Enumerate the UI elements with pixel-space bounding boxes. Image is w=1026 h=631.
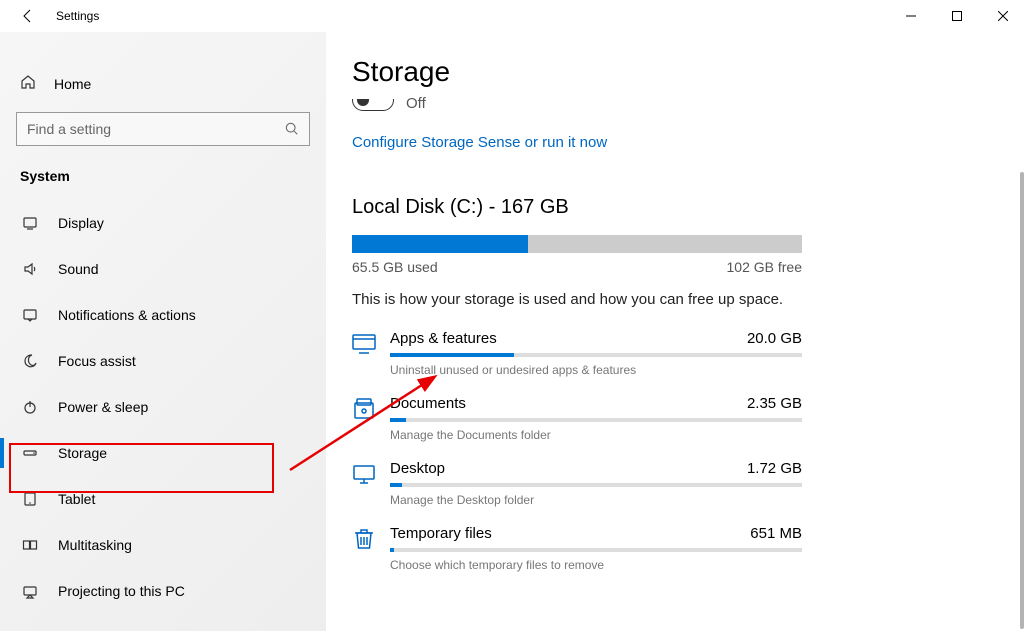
window-controls [888,0,1026,32]
category-name: Documents [390,395,466,412]
configure-storage-sense-link[interactable]: Configure Storage Sense or run it now [352,134,607,151]
moon-icon [20,351,40,371]
back-button[interactable] [18,0,38,32]
sidebar-item-label: Display [58,215,104,231]
sidebar-item-label: Tablet [58,491,95,507]
storage-sense-state: Off [406,95,426,112]
sidebar-item-multitasking[interactable]: Multitasking [0,522,326,568]
sidebar-item-label: Sound [58,261,98,277]
projecting-icon [20,581,40,601]
sidebar-item-label: Power & sleep [58,399,148,415]
sidebar-item-label: Projecting to this PC [58,583,185,599]
content-pane: Storage Off Configure Storage Sense or r… [326,32,1026,631]
category-hint: Uninstall unused or undesired apps & fea… [390,363,802,377]
search-input[interactable]: Find a setting [16,112,310,146]
documents-icon [352,397,376,421]
search-icon [285,122,299,136]
sidebar-item-label: Multitasking [58,537,132,553]
sidebar-item-label: Storage [58,445,107,461]
sound-icon [20,259,40,279]
sidebar-item-display[interactable]: Display [0,200,326,246]
home-icon [20,74,36,95]
disk-used-label: 65.5 GB used [352,259,438,275]
multitasking-icon [20,535,40,555]
sidebar-item-focus-assist[interactable]: Focus assist [0,338,326,384]
disk-description: This is how your storage is used and how… [352,291,996,308]
display-icon [20,213,40,233]
storage-sense-toggle-row: Off [352,92,996,120]
sidebar-item-projecting-to-this-pc[interactable]: Projecting to this PC [0,568,326,614]
sidebar-item-label: Focus assist [58,353,136,369]
sidebar-item-label: Notifications & actions [58,307,196,323]
trash-icon [352,527,376,551]
window-title: Settings [56,9,99,23]
category-bar [390,418,802,422]
disk-title: Local Disk (C:) - 167 GB [352,196,996,219]
disk-usage-bar [352,235,802,253]
sidebar-item-tablet[interactable]: Tablet [0,476,326,522]
category-name: Temporary files [390,525,492,542]
storage-category-apps-features[interactable]: Apps & features 20.0 GB Uninstall unused o… [352,330,802,377]
category-bar [390,483,802,487]
storage-icon [20,443,40,463]
group-header-system: System [0,154,326,194]
search-placeholder: Find a setting [27,121,285,137]
sidebar-item-storage[interactable]: Storage [0,430,326,476]
maximize-button[interactable] [934,0,980,32]
sidebar: Home Find a setting System Display Sound N… [0,32,326,631]
category-hint: Manage the Desktop folder [390,493,802,507]
close-button[interactable] [980,0,1026,32]
storage-sense-toggle[interactable] [352,99,394,111]
scrollbar[interactable] [1020,172,1024,629]
storage-category-temporary-files[interactable]: Temporary files 651 MB Choose which tempor… [352,525,802,572]
power-icon [20,397,40,417]
category-name: Desktop [390,460,445,477]
storage-category-desktop[interactable]: Desktop 1.72 GB Manage the Desktop folder [352,460,802,507]
sidebar-item-power-sleep[interactable]: Power & sleep [0,384,326,430]
titlebar: Settings [0,0,1026,32]
category-hint: Manage the Documents folder [390,428,802,442]
category-size: 651 MB [750,525,802,542]
sidebar-item-sound[interactable]: Sound [0,246,326,292]
sidebar-item-notifications-actions[interactable]: Notifications & actions [0,292,326,338]
storage-category-documents[interactable]: Documents 2.35 GB Manage the Documents fol… [352,395,802,442]
category-size: 2.35 GB [747,395,802,412]
notifications-icon [20,305,40,325]
desktop-icon [352,462,376,486]
category-hint: Choose which temporary files to remove [390,558,802,572]
minimize-button[interactable] [888,0,934,32]
category-size: 1.72 GB [747,460,802,477]
tablet-icon [20,489,40,509]
apps-icon [352,332,376,356]
sidebar-home[interactable]: Home [0,64,326,104]
page-title: Storage [352,56,996,88]
home-label: Home [54,76,91,92]
disk-free-label: 102 GB free [727,259,803,275]
category-bar [390,548,802,552]
category-bar [390,353,802,357]
category-size: 20.0 GB [747,330,802,347]
category-name: Apps & features [390,330,497,347]
